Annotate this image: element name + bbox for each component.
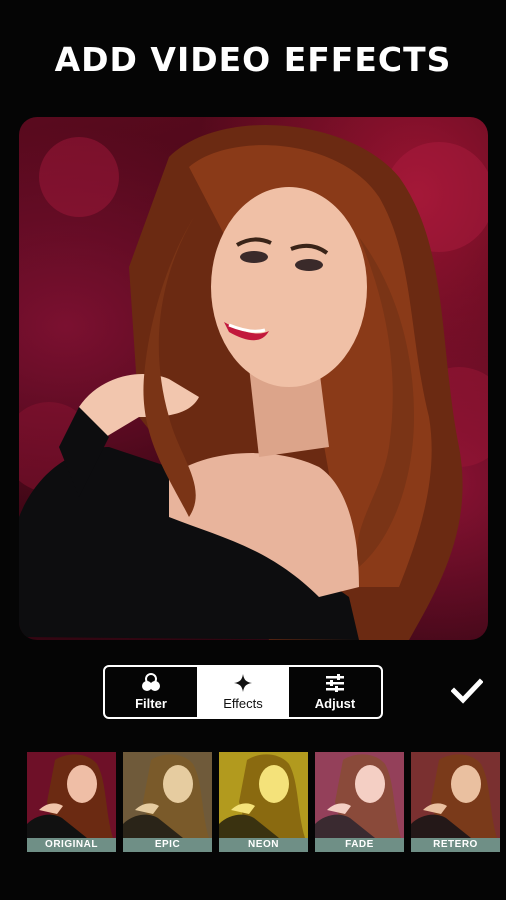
video-preview[interactable]	[19, 117, 488, 640]
tab-effects[interactable]: Effects	[197, 667, 289, 717]
effect-thumb-retero[interactable]: RETERO	[411, 752, 500, 852]
confirm-button[interactable]	[448, 672, 486, 710]
sparkle-icon	[233, 673, 253, 693]
effect-thumb-neon[interactable]: NEON	[219, 752, 308, 852]
effect-label: ORIGINAL	[27, 838, 116, 852]
tab-filter-label: Filter	[135, 696, 167, 711]
tab-adjust-label: Adjust	[314, 696, 356, 711]
editor-tab-bar: Filter Effects Adjust	[103, 665, 383, 719]
page-title: ADD VIDEO EFFECTS	[54, 40, 452, 79]
effect-label: FADE	[315, 838, 404, 852]
effect-label: NEON	[219, 838, 308, 852]
effect-preview-image	[27, 752, 116, 838]
effect-preview-image	[315, 752, 404, 838]
tab-adjust[interactable]: Adjust	[289, 667, 381, 717]
effect-thumb-original[interactable]: ORIGINAL	[27, 752, 116, 852]
effect-preview-image	[219, 752, 308, 838]
effect-preview-image	[123, 752, 212, 838]
effect-label: RETERO	[411, 838, 500, 852]
tab-effects-label: Effects	[223, 696, 263, 711]
sliders-icon	[324, 673, 346, 693]
tab-filter[interactable]: Filter	[105, 667, 197, 717]
effect-label: EPIC	[123, 838, 212, 852]
effect-thumb-epic[interactable]: EPIC	[123, 752, 212, 852]
effects-strip: ORIGINAL EPIC NEON FADE RETERO	[0, 752, 506, 856]
checkmark-icon	[451, 678, 483, 704]
effect-preview-image	[411, 752, 500, 838]
portrait-image	[19, 125, 488, 640]
effect-thumb-fade[interactable]: FADE	[315, 752, 404, 852]
filter-icon	[140, 673, 162, 693]
